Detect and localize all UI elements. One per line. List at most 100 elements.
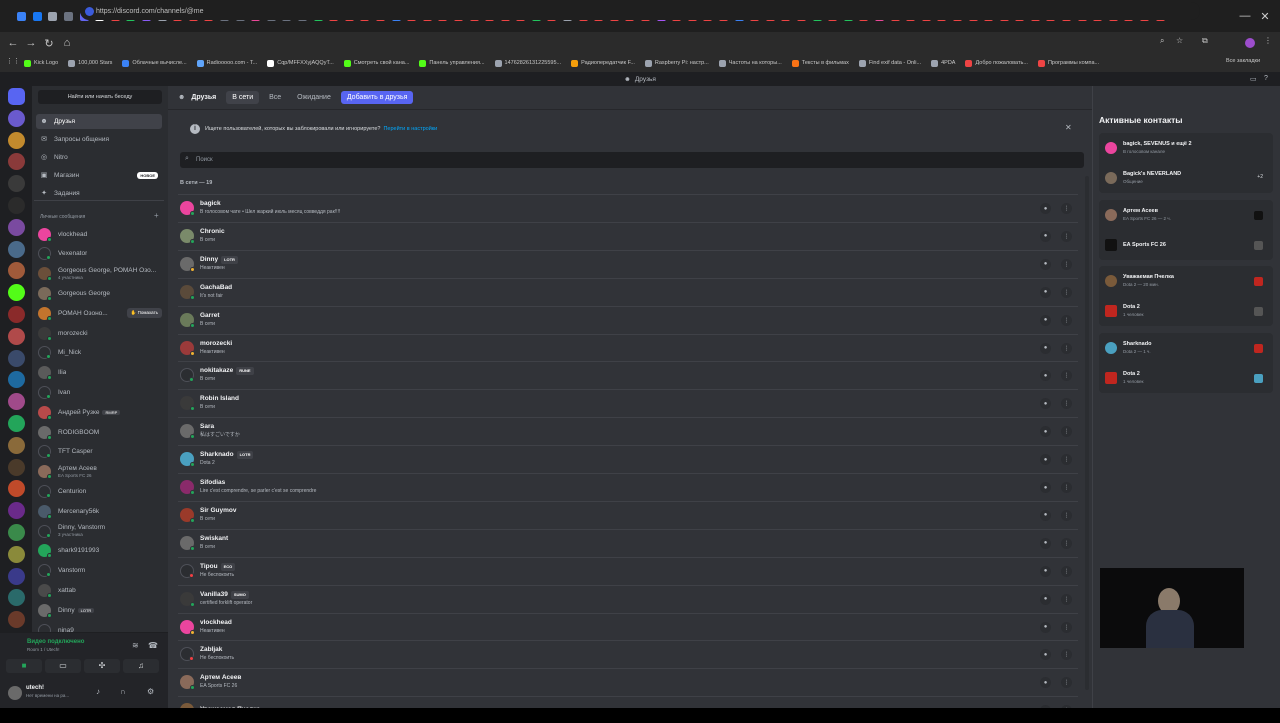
- more-options-icon[interactable]: ⋮: [1061, 565, 1072, 577]
- bookmark-item[interactable]: Radiooooo.com - T...: [196, 59, 257, 67]
- server-icon[interactable]: [8, 240, 25, 258]
- active-row[interactable]: bagick, SEVENUS и ещё 2 В голосовом канал…: [1105, 136, 1267, 160]
- server-icon[interactable]: [8, 567, 25, 585]
- friend-row[interactable]: Robin Island В сети ● ⋮: [178, 389, 1078, 416]
- active-card[interactable]: Артем Асеев EA Sports FC 26 — 2 ч. EA Spor…: [1099, 200, 1273, 260]
- friend-row[interactable]: GachaBad It's not fair ● ⋮: [178, 277, 1078, 305]
- add-friend-button[interactable]: Добавить в друзья: [340, 91, 414, 104]
- close-window-icon[interactable]: ✕: [1250, 0, 1280, 32]
- server-icon[interactable]: [8, 109, 25, 127]
- message-icon[interactable]: ●: [1040, 342, 1051, 354]
- bookmark-item[interactable]: 100,000 Stars: [68, 59, 112, 67]
- dm-item[interactable]: Vexenator: [38, 245, 162, 263]
- forward-icon[interactable]: →: [22, 34, 40, 52]
- more-options-icon[interactable]: ⋮: [1061, 537, 1072, 549]
- message-icon[interactable]: ●: [1040, 649, 1051, 661]
- more-options-icon[interactable]: ⋮: [1061, 454, 1072, 466]
- more-options-icon[interactable]: ⋮: [1061, 370, 1072, 382]
- server-icon[interactable]: [8, 153, 25, 171]
- user-avatar[interactable]: [8, 686, 22, 700]
- server-icon[interactable]: [8, 197, 25, 214]
- more-options-icon[interactable]: ⋮: [1061, 593, 1072, 605]
- friend-row[interactable]: Sara 私はすごいですか ● ⋮: [178, 417, 1078, 444]
- bookmark-item[interactable]: 4PDA: [931, 59, 955, 67]
- friend-row[interactable]: Tipou ECO Не беспокоить ● ⋮: [178, 556, 1078, 584]
- message-icon[interactable]: ●: [1040, 258, 1051, 270]
- more-options-icon[interactable]: ⋮: [1061, 203, 1072, 214]
- server-icon[interactable]: [8, 524, 25, 541]
- server-icon[interactable]: [8, 327, 25, 345]
- active-row[interactable]: Sharknado Dota 2 — 1 ч.: [1105, 336, 1267, 360]
- server-icon[interactable]: [8, 415, 25, 432]
- tab-pending[interactable]: Ожидание: [291, 91, 337, 104]
- friend-row[interactable]: Sir Guymov В сети ● ⋮: [178, 500, 1078, 528]
- disconnect-icon[interactable]: ☎: [148, 641, 158, 650]
- dm-item[interactable]: РОМАН Озоно... ✋ Помахать: [38, 304, 162, 322]
- scrollbar[interactable]: [1085, 176, 1089, 690]
- settings-gear-icon[interactable]: ⚙: [147, 687, 154, 696]
- dm-item[interactable]: Dinny LOTR: [38, 601, 162, 619]
- extensions-icon[interactable]: ⧉: [1202, 36, 1212, 48]
- server-icon[interactable]: [8, 284, 25, 302]
- browser-tab[interactable]: [45, 0, 61, 32]
- active-row[interactable]: Уважаемая Пчелка Dota 2 — 20 мин.: [1105, 269, 1267, 293]
- friend-row[interactable]: Sifodias Lire c'est comprendre, se parler…: [178, 473, 1078, 500]
- camera-button[interactable]: ■: [6, 659, 42, 673]
- server-icon[interactable]: [8, 218, 25, 236]
- reload-icon[interactable]: ↻: [40, 34, 58, 52]
- server-icon[interactable]: [8, 393, 25, 411]
- url-bar[interactable]: https://discord.com/channels/@me: [80, 2, 1200, 20]
- message-icon[interactable]: ●: [1040, 677, 1051, 689]
- bookmark-item[interactable]: Find exif data - Onli...: [858, 59, 921, 67]
- create-dm-button[interactable]: +: [154, 211, 159, 220]
- site-info-icon[interactable]: [85, 6, 94, 16]
- dm-item[interactable]: Vanstorm: [38, 562, 162, 580]
- screen-share-button[interactable]: ▭: [45, 659, 81, 673]
- friend-row[interactable]: Артем Асеев EA Sports FC 26 ● ⋮: [178, 668, 1078, 695]
- more-options-icon[interactable]: ⋮: [1061, 398, 1072, 410]
- close-notice-button[interactable]: ✕: [1065, 123, 1072, 132]
- home-icon[interactable]: ⌂: [58, 34, 76, 52]
- dm-item[interactable]: RODIGBOOM: [38, 423, 162, 441]
- server-icon[interactable]: [8, 306, 25, 323]
- nav-shop[interactable]: ▣ Магазин НОВОЕ: [36, 168, 162, 183]
- dm-item[interactable]: morozecki: [38, 324, 162, 342]
- server-icon[interactable]: [8, 175, 25, 193]
- zoom-icon[interactable]: ⌕: [1160, 36, 1170, 48]
- server-icon[interactable]: [8, 589, 25, 607]
- active-card[interactable]: Sharknado Dota 2 — 1 ч. Dota 2 1 человек: [1099, 333, 1273, 393]
- server-icon[interactable]: [8, 371, 25, 389]
- more-options-icon[interactable]: ⋮: [1061, 621, 1072, 633]
- dm-item[interactable]: Centurion: [38, 482, 162, 500]
- back-icon[interactable]: ←: [4, 34, 22, 52]
- more-options-icon[interactable]: ⋮: [1061, 314, 1072, 326]
- active-row[interactable]: Dota 2 1 человек: [1105, 299, 1267, 323]
- active-row[interactable]: Bagick's NEVERLAND Общение +2: [1105, 166, 1267, 190]
- message-icon[interactable]: ●: [1040, 565, 1051, 577]
- profile-avatar[interactable]: [1245, 38, 1255, 48]
- all-bookmarks[interactable]: Все закладки: [1226, 58, 1260, 64]
- settings-link[interactable]: Перейти в настройки: [383, 126, 437, 132]
- bookmark-item[interactable]: Панель управления...: [419, 59, 485, 67]
- message-icon[interactable]: ●: [1040, 454, 1051, 466]
- dm-item[interactable]: Артем Асеев EA Sports FC 26: [38, 463, 162, 481]
- dm-item[interactable]: Ivan: [38, 383, 162, 401]
- dm-item[interactable]: Mercenary56k: [38, 502, 162, 520]
- message-icon[interactable]: ●: [1040, 537, 1051, 549]
- message-icon[interactable]: ●: [1040, 482, 1051, 493]
- message-icon[interactable]: ●: [1040, 398, 1051, 410]
- bookmark-item[interactable]: Cqp/MFFXXyjAQQyT...: [267, 59, 334, 67]
- bookmark-item[interactable]: Kick Logo: [24, 59, 58, 67]
- bookmark-item[interactable]: Raspberry Pi: настр...: [644, 59, 709, 67]
- message-icon[interactable]: ●: [1040, 593, 1051, 605]
- apps-grid-icon[interactable]: ⋮⋮: [6, 57, 20, 65]
- friend-row[interactable]: Chronic В сети ● ⋮: [178, 221, 1078, 249]
- server-icon[interactable]: [8, 480, 25, 498]
- more-options-icon[interactable]: ⋮: [1061, 230, 1072, 242]
- soundboard-button[interactable]: ♫: [123, 659, 159, 673]
- more-options-icon[interactable]: ⋮: [1061, 482, 1072, 493]
- server-icon[interactable]: [8, 545, 25, 563]
- noise-icon[interactable]: ≋: [132, 641, 139, 650]
- friend-row[interactable]: vlockhead Неактивен ● ⋮: [178, 612, 1078, 640]
- dm-item[interactable]: xattab: [38, 581, 162, 599]
